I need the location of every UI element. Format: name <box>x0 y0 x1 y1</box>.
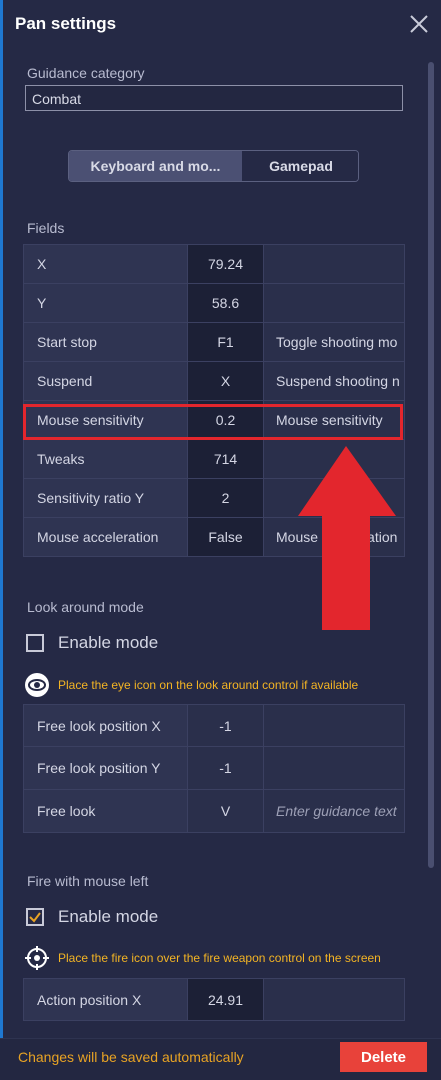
look-around-enable-row[interactable]: Enable mode <box>26 633 158 653</box>
fire-hint-text: Place the fire icon over the fire weapon… <box>58 951 381 965</box>
input-type-tabs: Keyboard and mo... Gamepad <box>68 150 359 182</box>
field-value-x[interactable]: 79.24 <box>187 244 264 284</box>
dialog-footer: Changes will be saved automatically Dele… <box>0 1038 441 1080</box>
field-name-x: X <box>23 244 188 284</box>
eye-icon <box>25 673 49 697</box>
field-desc-free-look-y[interactable] <box>263 746 405 790</box>
close-icon[interactable] <box>407 12 431 36</box>
tab-keyboard-mouse[interactable]: Keyboard and mo... <box>69 151 242 181</box>
fire-mouse-left-label: Fire with mouse left <box>27 873 149 889</box>
red-up-arrow-icon <box>298 446 396 630</box>
field-value-action-position-x[interactable]: 24.91 <box>187 978 264 1021</box>
field-desc-y[interactable] <box>263 283 405 323</box>
field-name-free-look-x: Free look position X <box>23 704 188 747</box>
fields-label: Fields <box>27 220 65 236</box>
table-row: X 79.24 <box>23 244 405 284</box>
field-value-mouse-acceleration[interactable]: False <box>187 517 264 557</box>
field-value-free-look-y[interactable]: -1 <box>187 746 264 790</box>
field-value-free-look-x[interactable]: -1 <box>187 704 264 747</box>
field-desc-action-position-x[interactable] <box>263 978 405 1021</box>
checkmark-icon <box>29 912 41 923</box>
look-around-hint: Place the eye icon on the look around co… <box>24 672 358 698</box>
fire-table: Action position X 24.91 <box>23 978 405 1021</box>
mouse-sensitivity-highlight-box <box>23 404 403 440</box>
table-row: Y 58.6 <box>23 283 405 323</box>
field-value-y[interactable]: 58.6 <box>187 283 264 323</box>
field-desc-suspend[interactable]: Suspend shooting n <box>263 361 405 401</box>
field-value-start-stop[interactable]: F1 <box>187 322 264 362</box>
delete-button[interactable]: Delete <box>340 1042 427 1072</box>
field-desc-x[interactable] <box>263 244 405 284</box>
scrollbar[interactable] <box>428 62 434 868</box>
look-around-mode-label: Look around mode <box>27 599 144 615</box>
field-value-tweaks[interactable]: 714 <box>187 439 264 479</box>
guidance-category-label: Guidance category <box>27 65 145 81</box>
autosave-note: Changes will be saved automatically <box>18 1049 244 1065</box>
table-row: Action position X 24.91 <box>23 978 405 1021</box>
field-name-y: Y <box>23 283 188 323</box>
field-name-free-look-y: Free look position Y <box>23 746 188 790</box>
fire-enable-label: Enable mode <box>58 907 159 926</box>
field-name-sensitivity-ratio-y: Sensitivity ratio Y <box>23 478 188 518</box>
table-row: Suspend X Suspend shooting n <box>23 361 405 401</box>
dialog-title: Pan settings <box>15 14 117 33</box>
field-value-sensitivity-ratio-y[interactable]: 2 <box>187 478 264 518</box>
field-desc-free-look-x[interactable] <box>263 704 405 747</box>
tab-gamepad[interactable]: Gamepad <box>242 151 358 181</box>
field-desc-free-look[interactable]: Enter guidance text <box>263 789 405 833</box>
field-value-suspend[interactable]: X <box>187 361 264 401</box>
guidance-category-input[interactable]: Combat <box>25 85 403 111</box>
pan-settings-dialog: Pan settings Guidance category Combat Ke… <box>0 0 441 1080</box>
table-row: Free look V Enter guidance text <box>23 789 405 833</box>
field-value-free-look[interactable]: V <box>187 789 264 833</box>
field-desc-start-stop[interactable]: Toggle shooting mo <box>263 322 405 362</box>
look-around-enable-checkbox[interactable] <box>26 634 44 652</box>
look-around-enable-label: Enable mode <box>58 633 159 652</box>
field-name-start-stop: Start stop <box>23 322 188 362</box>
crosshair-icon <box>25 946 49 970</box>
table-row: Free look position Y -1 <box>23 746 405 790</box>
look-around-hint-text: Place the eye icon on the look around co… <box>58 678 359 692</box>
window-edge <box>0 0 3 1079</box>
field-name-tweaks: Tweaks <box>23 439 188 479</box>
field-name-free-look: Free look <box>23 789 188 833</box>
fire-hint: Place the fire icon over the fire weapon… <box>24 945 381 971</box>
look-around-table: Free look position X -1 Free look positi… <box>23 704 405 833</box>
fire-enable-row[interactable]: Enable mode <box>26 907 158 927</box>
table-row: Start stop F1 Toggle shooting mo <box>23 322 405 362</box>
field-name-suspend: Suspend <box>23 361 188 401</box>
fire-enable-checkbox[interactable] <box>26 908 44 926</box>
table-row: Free look position X -1 <box>23 704 405 747</box>
field-name-mouse-acceleration: Mouse acceleration <box>23 517 188 557</box>
field-name-action-position-x: Action position X <box>23 978 188 1021</box>
